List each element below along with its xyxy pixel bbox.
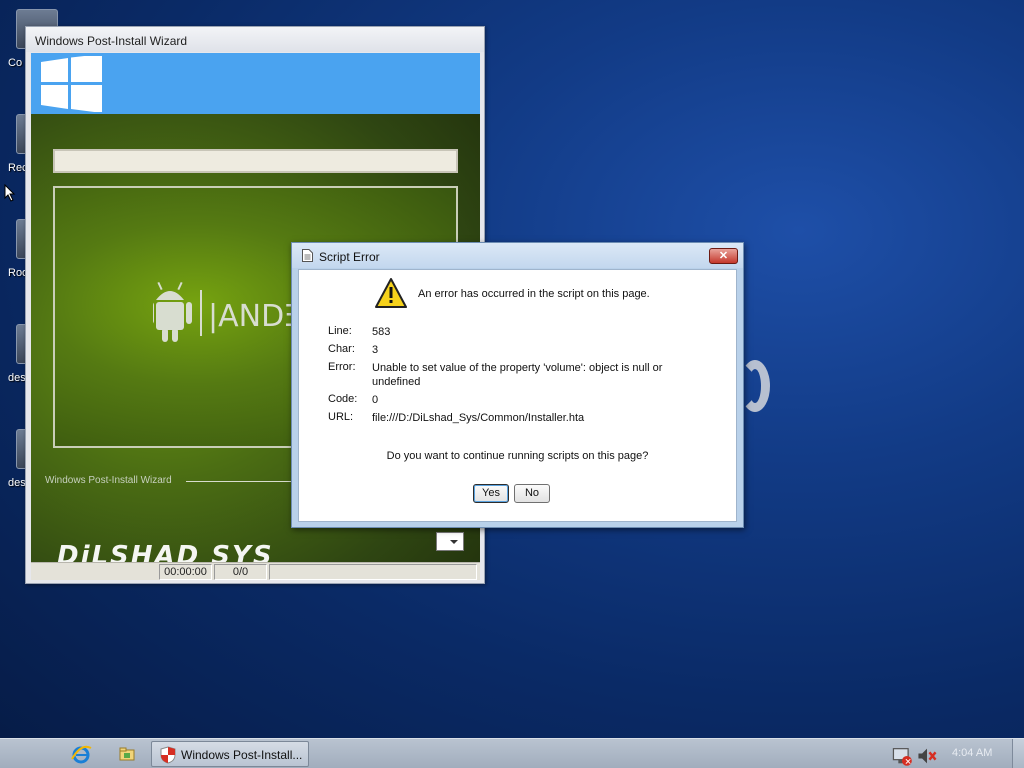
dialog-titlebar[interactable]: Script Error ✕ <box>292 243 743 268</box>
wizard-text-field[interactable] <box>53 149 458 173</box>
options-dropdown[interactable] <box>436 532 464 551</box>
url-value: file:///D:/DiLshad_Sys/Common/Installer.… <box>372 412 585 424</box>
show-desktop-button[interactable] <box>1012 739 1024 768</box>
dialog-body: An error has occurred in the script on t… <box>298 269 737 522</box>
svg-text:✕: ✕ <box>904 758 911 767</box>
wizard-banner <box>31 53 480 114</box>
yes-button[interactable]: Yes <box>473 484 509 503</box>
android-logo-icon: |ANDƎ <box>153 281 303 342</box>
document-icon <box>302 249 313 262</box>
dialog-title: Script Error <box>319 250 380 264</box>
error-value: Unable to set value of the property 'vol… <box>372 362 663 388</box>
desktop-icon-label: des <box>8 372 26 384</box>
windows-logo-icon <box>41 56 102 112</box>
continue-question: Do you want to continue running scripts … <box>386 450 649 462</box>
volume-muted-icon[interactable] <box>916 745 938 767</box>
char-value: 3 <box>372 344 379 356</box>
warning-icon <box>375 278 407 308</box>
internet-explorer-icon[interactable] <box>70 743 92 765</box>
code-label: Code: <box>328 393 358 405</box>
line-value: 583 <box>372 326 391 338</box>
desktop-icon-label: des <box>8 477 26 489</box>
desktop-icon-label: Co <box>8 57 23 69</box>
script-error-dialog[interactable]: Script Error ✕ An error has occurred in … <box>291 242 744 528</box>
no-button[interactable]: No <box>514 484 550 503</box>
divider <box>186 481 306 482</box>
elapsed-time: 00:00:00 <box>159 564 212 580</box>
wizard-footer-label: Windows Post-Install Wizard <box>45 475 172 486</box>
close-button[interactable]: ✕ <box>709 248 738 264</box>
wizard-title[interactable]: Windows Post-Install Wizard <box>26 27 484 52</box>
shield-icon <box>160 746 176 764</box>
code-value: 0 <box>372 394 379 406</box>
status-message <box>269 564 477 580</box>
error-message: An error has occurred in the script on t… <box>418 288 650 300</box>
android-logo-text: |ANDƎ <box>208 299 303 334</box>
wallpaper-logo-fragment <box>740 360 770 412</box>
taskbar-button-wizard[interactable]: Windows Post-Install... <box>151 741 309 767</box>
char-label: Char: <box>328 343 355 355</box>
error-label: Error: <box>328 361 356 373</box>
url-label: URL: <box>328 411 354 423</box>
taskbar: Windows Post-Install... ✕ 4:04 AM <box>0 738 1024 768</box>
line-label: Line: <box>328 325 352 337</box>
file-explorer-icon[interactable] <box>116 743 138 765</box>
tray-clock[interactable]: 4:04 AM <box>952 747 992 759</box>
network-warning-icon[interactable]: ✕ <box>891 745 913 767</box>
progress-count: 0/0 <box>214 564 267 580</box>
wizard-status-bar: 00:00:00 0/0 <box>31 562 480 580</box>
mouse-cursor-icon <box>4 184 16 202</box>
taskbar-button-label: Windows Post-Install... <box>181 748 303 762</box>
